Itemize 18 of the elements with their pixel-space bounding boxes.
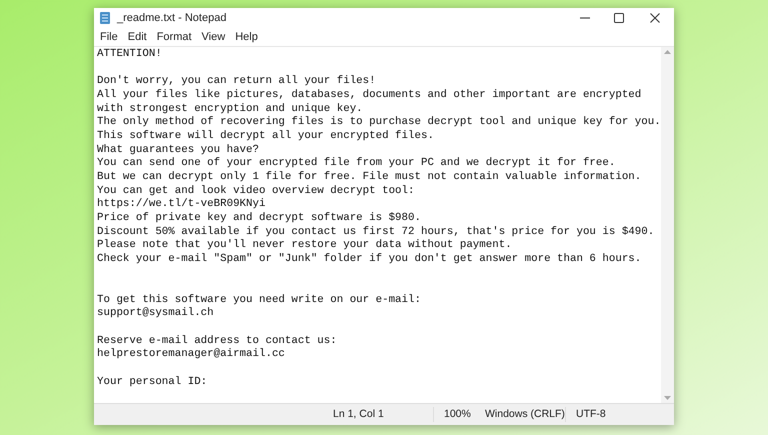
notepad-icon [99, 11, 111, 25]
menu-item[interactable]: Format [152, 28, 197, 46]
menu-item[interactable]: Edit [122, 28, 152, 46]
minimize-icon [580, 17, 590, 19]
menu-item[interactable]: View [196, 28, 230, 46]
encoding: UTF-8 [565, 406, 606, 422]
scroll-down-icon[interactable] [664, 396, 671, 400]
scroll-up-icon[interactable] [664, 50, 671, 54]
document-text[interactable]: ATTENTION! Don't worry, you can return all your files! All your files like pictures, databases, documents and other important are encrypted with strongest encryption and unique key. The only method of recovering files is to purchase decrypt tool and unique key for you. This software will decrypt all your encrypted files. What guarantees you have? You can send one of your encrypted file from your PC and we decrypt it for free. But we can decrypt only 1 file for free. File must not contain valuable information. You can get and look video overview decrypt tool: https://we.tl/t-veBR09KNyi Price of private key and decrypt software is $980. Discount 50% available if you contact us first 72 hours, that's price for you is $490. Please note that you'll never restore your data without payment. Check your e-mail "Spam" or "Junk" folder if you don't get answer more than 6 hours. To get this software you need write on our e-mail: support@sysmail.ch Reserve e-mail address to contact us: helprestoremanager@airmail.cc Your personal ID: [94, 47, 661, 403]
window-title: _readme.txt - Notepad [117, 10, 226, 26]
zoom-level: 100% [433, 406, 475, 422]
close-icon [650, 13, 660, 23]
menu-item[interactable]: Help [230, 28, 263, 46]
cursor-position: Ln 1, Col 1 [333, 406, 385, 422]
menu-item[interactable]: File [95, 28, 123, 46]
scrollbar[interactable] [661, 47, 674, 403]
line-ending: Windows (CRLF) [484, 406, 565, 422]
maximize-icon [614, 13, 624, 23]
